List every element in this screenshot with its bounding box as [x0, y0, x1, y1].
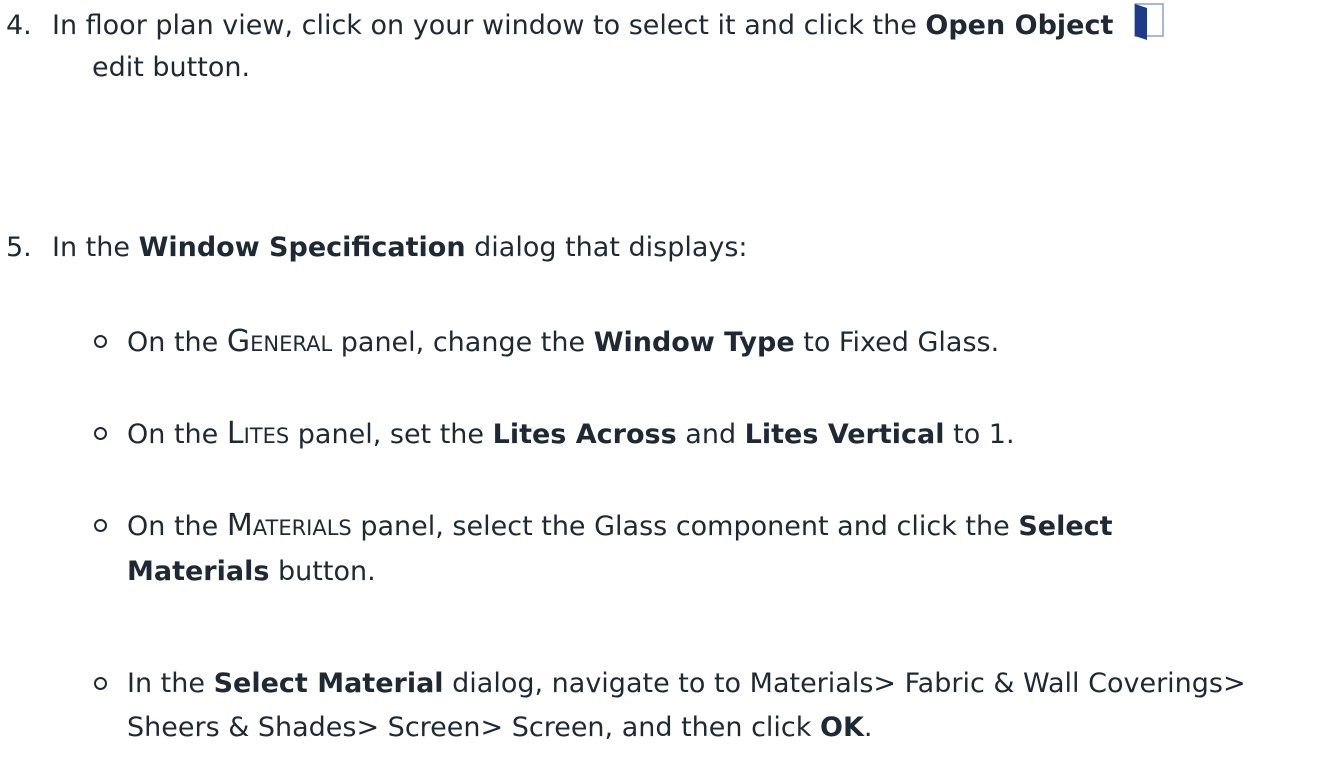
bullet-icon — [94, 519, 107, 532]
bullet-icon — [94, 427, 107, 440]
item-text: . — [863, 712, 873, 743]
item-text: On the — [127, 327, 219, 358]
step-text: dialog that displays: — [474, 232, 748, 263]
bold-term: Lites Across — [492, 419, 677, 450]
item-text: to Fixed Glass. — [803, 327, 1000, 358]
bullet-icon — [94, 677, 107, 690]
bold-term: Lites Vertical — [744, 419, 945, 450]
open-object-door-icon — [1132, 2, 1166, 52]
step-4-continuation: edit button. — [92, 52, 251, 83]
step-text: In the — [52, 232, 130, 263]
bold-term: Window Specification — [138, 232, 466, 263]
item-text: panel, select the Glass component and cl… — [360, 511, 1010, 542]
panel-name: LITES — [226, 416, 290, 451]
bullet-icon — [94, 335, 107, 348]
bold-term: OK — [820, 712, 864, 743]
step-text: In floor plan view, click on your window… — [52, 10, 917, 41]
step-number: 4. — [6, 10, 32, 41]
item-text: panel, set the — [297, 419, 485, 450]
list-item: In the Select Material dialog, navigate … — [94, 662, 1319, 750]
panel-name: MATERIALS — [226, 508, 352, 543]
item-text: panel, change the — [340, 327, 586, 358]
item-text: to 1. — [953, 419, 1015, 450]
bold-term: Open Object — [925, 10, 1114, 41]
bold-term: Window Type — [593, 327, 795, 358]
item-text: button. — [278, 556, 376, 587]
list-item: On the GENERAL panel, change the Window … — [94, 320, 1294, 366]
step-5: 5. In the Window Specification dialog tha… — [6, 228, 1306, 268]
instructions-document: 4. In floor plan view, click on your wind… — [0, 0, 1327, 783]
item-text: and — [685, 419, 737, 450]
item-text: In the — [127, 668, 205, 699]
step-4: 4. In floor plan view, click on your wind… — [6, 2, 1306, 52]
list-item: On the MATERIALS panel, select the Glass… — [94, 504, 1244, 594]
step-number: 5. — [6, 232, 32, 263]
item-text: On the — [127, 511, 219, 542]
panel-name: GENERAL — [226, 324, 333, 359]
list-item: On the LITES panel, set the Lites Across… — [94, 412, 1294, 458]
item-text: On the — [127, 419, 219, 450]
bold-term: Select Material — [213, 668, 444, 699]
